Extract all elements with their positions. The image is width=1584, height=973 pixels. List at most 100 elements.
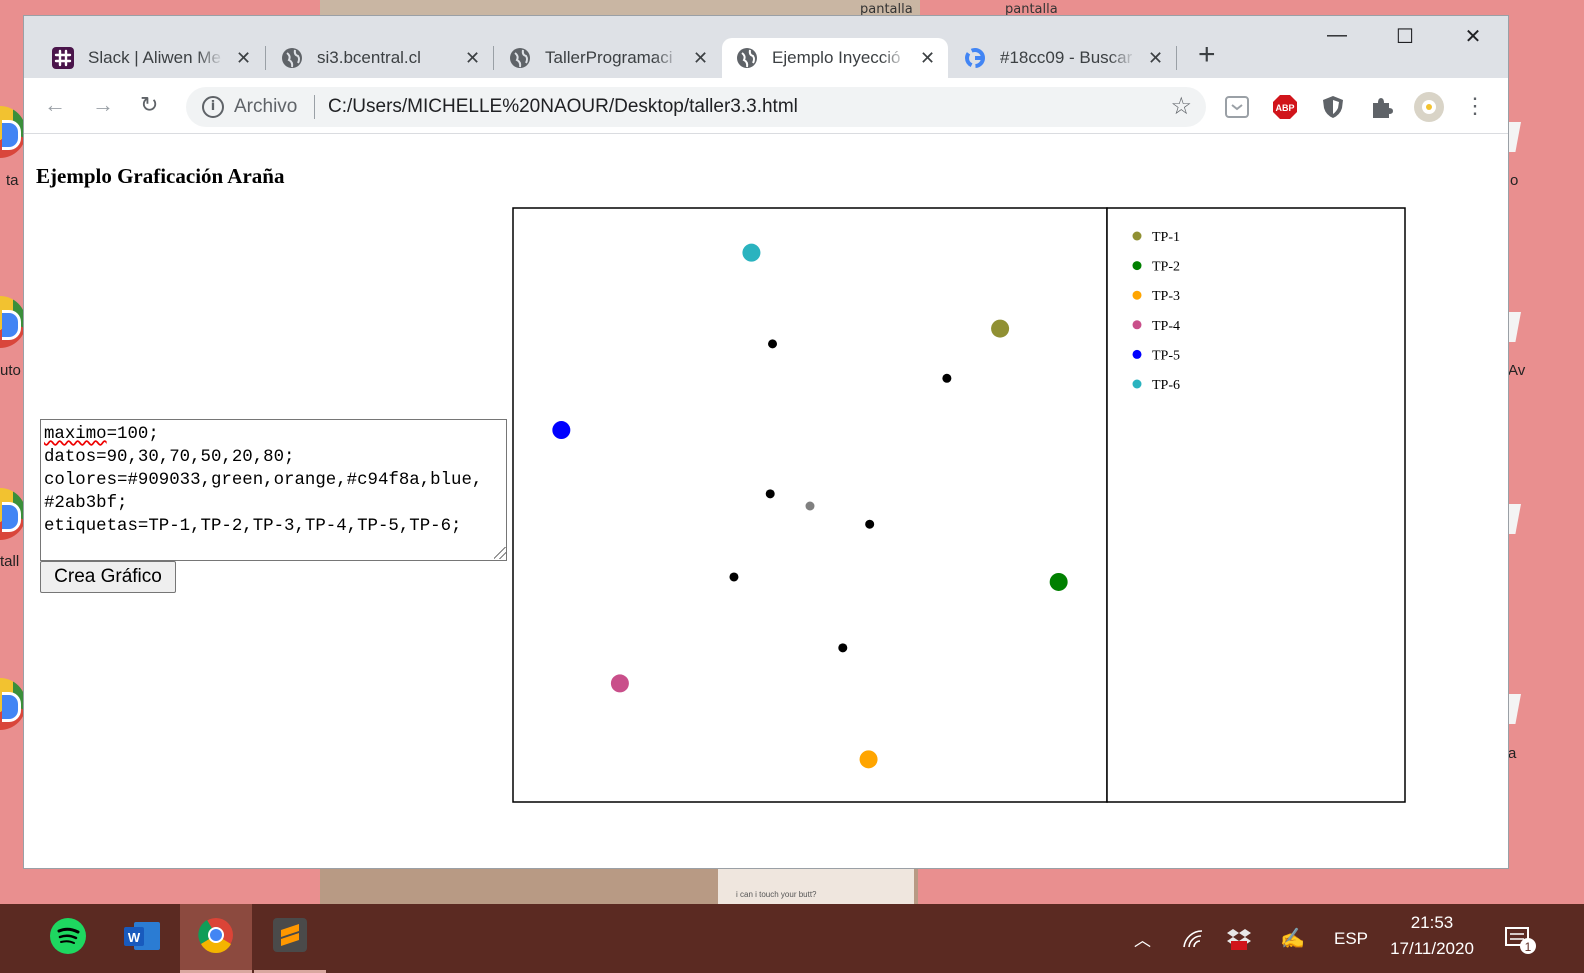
legend-swatch bbox=[1132, 320, 1142, 330]
axis-end-point bbox=[991, 319, 1010, 338]
clock-time: 21:53 bbox=[1410, 913, 1454, 932]
profile-avatar[interactable] bbox=[1414, 92, 1444, 122]
tab-bcentral[interactable]: si3.bcentral.cl ✕ bbox=[267, 38, 495, 78]
back-button[interactable]: ← bbox=[44, 92, 66, 118]
tab-google-search[interactable]: #18cc09 - Buscar ✕ bbox=[950, 38, 1176, 78]
axis-end-point bbox=[1049, 572, 1068, 591]
file-explorer-button[interactable] bbox=[0, 904, 12, 973]
legend-label: TP-2 bbox=[1152, 260, 1180, 275]
tab-title: Ejemplo Inyecció bbox=[772, 48, 901, 67]
data-point bbox=[942, 373, 952, 383]
wifi-icon[interactable] bbox=[1182, 904, 1204, 973]
textarea-line: =100; bbox=[106, 425, 159, 444]
pocket-icon[interactable] bbox=[1224, 94, 1250, 120]
dropbox-icon[interactable] bbox=[1226, 904, 1252, 973]
address-prefix: Archivo bbox=[234, 96, 298, 117]
axis-end-point bbox=[610, 674, 629, 693]
chrome-desktop-icon[interactable] bbox=[0, 488, 26, 540]
language-indicator[interactable]: ESP bbox=[1334, 904, 1368, 973]
page-title: Ejemplo Graficación Araña bbox=[36, 164, 285, 188]
chrome-desktop-icon[interactable] bbox=[0, 106, 26, 158]
svg-text:W: W bbox=[128, 930, 141, 945]
axis-end-point bbox=[742, 243, 761, 262]
file-desktop-icon[interactable] bbox=[1507, 312, 1521, 342]
legend-swatch bbox=[1132, 231, 1142, 241]
chart-config-textarea[interactable]: maximo=100; datos=90,30,70,50,20,80; col… bbox=[40, 419, 507, 561]
desktop-label: o bbox=[1510, 172, 1519, 189]
show-hidden-icons-button[interactable]: ︿ bbox=[1134, 904, 1151, 973]
maximize-button[interactable]: ☐ bbox=[1382, 24, 1428, 49]
tab-separator bbox=[493, 46, 494, 70]
chrome-desktop-icon[interactable] bbox=[0, 296, 26, 348]
desktop-label: uto bbox=[0, 362, 21, 379]
tab-title: Slack | Aliwen Me bbox=[88, 48, 221, 67]
textarea-line: etiquetas=TP-1,TP-2,TP-3,TP-4,TP-5,TP-6; bbox=[44, 517, 462, 536]
tab-title: #18cc09 - Buscar bbox=[1000, 48, 1133, 67]
close-tab-icon[interactable]: ✕ bbox=[1148, 48, 1163, 69]
tab-ejemplo-active[interactable]: Ejemplo Inyecció ✕ bbox=[722, 38, 948, 78]
address-divider bbox=[314, 95, 315, 119]
file-desktop-icon[interactable] bbox=[1507, 504, 1521, 534]
data-point bbox=[768, 339, 778, 349]
file-desktop-icon[interactable] bbox=[1507, 694, 1521, 724]
resize-handle[interactable] bbox=[494, 547, 506, 559]
globe-icon bbox=[509, 47, 531, 69]
legend-swatch bbox=[1132, 261, 1142, 271]
reload-button[interactable]: ↻ bbox=[140, 92, 158, 118]
close-tab-icon[interactable]: ✕ bbox=[465, 48, 480, 69]
adblock-icon[interactable]: ABP bbox=[1272, 94, 1298, 120]
shield-icon[interactable] bbox=[1320, 94, 1346, 120]
create-chart-button[interactable]: Crea Gráfico bbox=[40, 561, 176, 593]
textarea-line: #2ab3bf; bbox=[44, 494, 128, 513]
notification-count: 1 bbox=[1525, 940, 1532, 954]
forward-button[interactable]: → bbox=[92, 92, 114, 118]
file-desktop-icon[interactable] bbox=[1507, 122, 1521, 152]
desktop-label: Av bbox=[1508, 362, 1526, 379]
puzzle-icon[interactable] bbox=[1368, 94, 1394, 120]
chrome-taskbar-button[interactable] bbox=[180, 904, 252, 973]
close-tab-icon[interactable]: ✕ bbox=[236, 48, 251, 69]
close-tab-icon[interactable]: ✕ bbox=[693, 48, 708, 69]
browser-window: Slack | Aliwen Me ✕ si3.bcentral.cl ✕ Ta… bbox=[24, 16, 1508, 868]
slack-icon bbox=[52, 47, 74, 69]
data-point bbox=[729, 572, 739, 582]
site-info-icon[interactable]: i bbox=[202, 96, 224, 118]
tab-taller[interactable]: TallerProgramaci ✕ bbox=[495, 38, 721, 78]
data-point bbox=[865, 519, 875, 529]
wallpaper-fragment-top: pantalla 2 pantalla 2 bbox=[320, 0, 1058, 32]
word-button[interactable]: W bbox=[106, 904, 178, 973]
legend-label: TP-5 bbox=[1152, 348, 1180, 363]
legend-label: TP-4 bbox=[1152, 319, 1180, 334]
sublime-icon bbox=[273, 917, 307, 957]
close-tab-icon[interactable]: ✕ bbox=[920, 48, 935, 69]
clock[interactable]: 21:53 17/11/2020 bbox=[1380, 910, 1484, 962]
legend-swatch bbox=[1132, 290, 1142, 300]
legend-swatch bbox=[1132, 379, 1142, 389]
taskbar: W ︿ ✍ ESP 21:53 17/11/2020 1 bbox=[0, 904, 1584, 973]
sublime-button[interactable] bbox=[254, 904, 326, 973]
desktop-label: a bbox=[1508, 745, 1517, 762]
pen-icon[interactable]: ✍ bbox=[1280, 904, 1305, 973]
tab-slack[interactable]: Slack | Aliwen Me ✕ bbox=[38, 38, 266, 78]
data-point bbox=[838, 643, 848, 653]
menu-icon[interactable]: ⋮ bbox=[1462, 94, 1488, 120]
axis-end-point bbox=[552, 421, 571, 440]
notifications-button[interactable]: 1 bbox=[1504, 904, 1536, 973]
bookmark-star-icon[interactable]: ☆ bbox=[1170, 92, 1192, 121]
minimize-button[interactable]: — bbox=[1314, 24, 1360, 47]
textarea-line: colores=#909033,green,orange,#c94f8a,blu… bbox=[44, 471, 483, 490]
photo-caption: i can i touch your butt? bbox=[736, 890, 817, 899]
globe-icon bbox=[736, 47, 758, 69]
chrome-desktop-icon[interactable] bbox=[0, 678, 26, 730]
globe-icon bbox=[281, 47, 303, 69]
chart-center-point bbox=[805, 501, 815, 511]
address-bar[interactable]: i Archivo C:/Users/MICHELLE%20NAOUR/Desk… bbox=[186, 87, 1206, 127]
spotify-button[interactable] bbox=[32, 904, 104, 973]
close-window-button[interactable]: ✕ bbox=[1450, 24, 1496, 49]
tab-title: TallerProgramaci bbox=[545, 48, 673, 67]
chrome-icon bbox=[198, 917, 234, 958]
tab-separator bbox=[1176, 46, 1177, 70]
url-text[interactable]: C:/Users/MICHELLE%20NAOUR/Desktop/taller… bbox=[328, 96, 798, 118]
new-tab-button[interactable]: + bbox=[1198, 40, 1216, 70]
google-icon bbox=[964, 47, 986, 69]
